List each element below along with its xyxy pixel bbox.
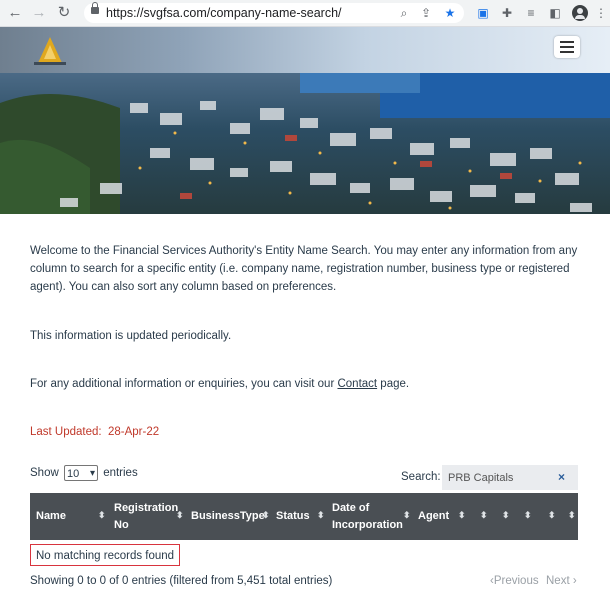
entries-length-control: Show 10 entries (30, 465, 138, 482)
update-info-text: This information is updated periodically… (30, 330, 232, 342)
profile-avatar-icon[interactable] (572, 5, 588, 21)
url-text: https://svgfsa.com/company-name-search/ (106, 6, 342, 20)
sort-icon[interactable]: ⬍ (262, 510, 270, 521)
sort-icon[interactable]: ⬍ (98, 510, 106, 521)
hero-town-image (0, 73, 610, 214)
column-header-business-type[interactable]: BusinessType (191, 493, 265, 540)
contact-suffix: page. (377, 378, 410, 390)
more-menu-icon[interactable]: ⋮ (592, 4, 610, 22)
previous-page-button[interactable]: ‹Previous (490, 575, 539, 587)
puzzle-extensions-icon[interactable]: ✚ (498, 4, 516, 22)
back-arrow-icon[interactable]: ← (6, 4, 24, 22)
last-updated-date: 28-Apr-22 (108, 426, 160, 438)
entries-select[interactable]: 10 (63, 465, 98, 482)
clear-search-icon[interactable]: × (558, 470, 565, 484)
share-icon[interactable]: ⇪ (418, 4, 434, 22)
sort-icon[interactable]: ⬍ (403, 510, 411, 521)
column-header-agent[interactable]: Agent (418, 493, 454, 540)
bookmark-star-icon[interactable]: ★ (442, 4, 458, 22)
next-page-button[interactable]: Next › (546, 575, 577, 587)
sort-icon[interactable]: ⬍ (317, 510, 325, 521)
column-header-registration-no[interactable]: Registration No (114, 493, 178, 540)
sort-icon[interactable]: ⬍ (458, 510, 466, 521)
search-label: Search: (401, 471, 441, 483)
sort-icon[interactable]: ⬍ (480, 510, 488, 521)
side-panel-icon[interactable]: ◧ (546, 4, 564, 22)
contact-prefix: For any additional information or enquir… (30, 378, 338, 390)
sort-icon[interactable]: ⬍ (176, 510, 184, 521)
zoom-icon[interactable]: ⌕ (396, 4, 412, 22)
lock-icon (91, 2, 99, 14)
chevron-right-icon: › (572, 575, 577, 587)
entries-label: entries (103, 467, 138, 480)
intro-paragraph: Welcome to the Financial Services Author… (30, 245, 578, 293)
table-header: Name ⬍ Registration No ⬍ BusinessType ⬍ … (30, 493, 578, 540)
sort-icon[interactable]: ⬍ (548, 510, 556, 521)
contact-paragraph: For any additional information or enquir… (30, 375, 409, 393)
column-header-status[interactable]: Status (276, 493, 316, 540)
empty-table-message: No matching records found (30, 544, 181, 566)
column-header-date-of-incorporation[interactable]: Date of Incorporation (332, 493, 404, 540)
column-header-name[interactable]: Name (36, 493, 96, 540)
last-updated: Last Updated: 28-Apr-22 (30, 426, 159, 438)
browser-toolbar: ← → ↻ https://svgfsa.com/company-name-se… (0, 0, 610, 27)
sort-icon[interactable]: ⬍ (568, 510, 576, 521)
sort-icon[interactable]: ⬍ (502, 510, 510, 521)
last-updated-label: Last Updated: (30, 426, 102, 438)
show-label: Show (30, 467, 59, 480)
contact-link[interactable]: Contact (337, 378, 377, 390)
address-bar[interactable]: https://svgfsa.com/company-name-search/ … (84, 2, 464, 23)
sort-icon[interactable]: ⬍ (524, 510, 532, 521)
forward-arrow-icon[interactable]: → (30, 4, 48, 22)
fsa-logo-icon[interactable] (28, 35, 72, 67)
table-info: Showing 0 to 0 of 0 entries (filtered fr… (30, 575, 333, 587)
extension-app-icon[interactable]: ▣ (474, 4, 492, 22)
reading-list-icon[interactable]: ≡ (522, 4, 540, 22)
site-header (0, 27, 610, 73)
hamburger-menu-icon[interactable] (554, 36, 580, 58)
reload-icon[interactable]: ↻ (55, 4, 73, 22)
